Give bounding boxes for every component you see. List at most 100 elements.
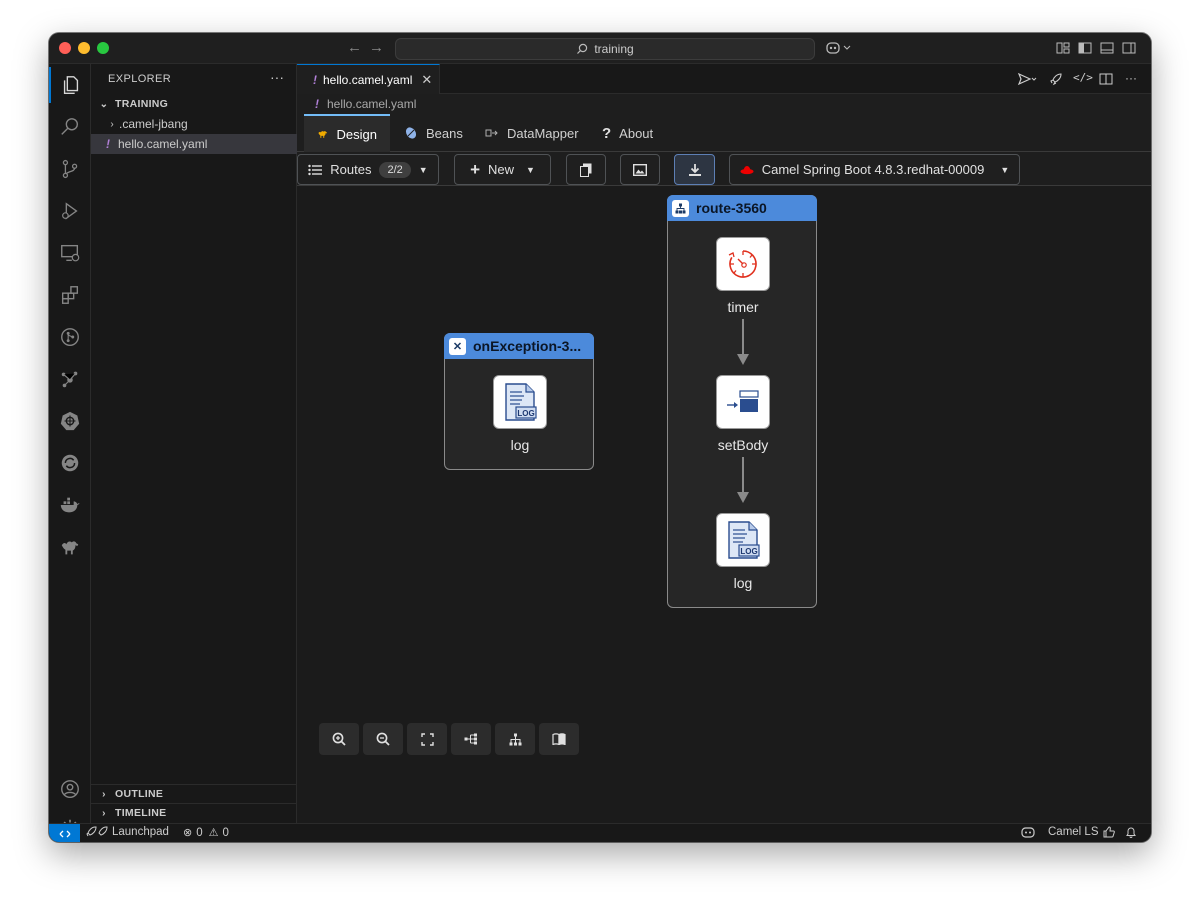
download-button[interactable] bbox=[674, 154, 715, 185]
problems-item[interactable]: ⊗ 0 ⚠ 0 bbox=[183, 826, 229, 840]
tab-design[interactable]: Design bbox=[304, 114, 390, 152]
copilot-status-icon[interactable] bbox=[1021, 826, 1035, 838]
minimize-window-button[interactable] bbox=[78, 42, 90, 54]
customize-layout-icon[interactable] bbox=[1055, 40, 1071, 56]
setbody-step-node[interactable] bbox=[716, 375, 770, 429]
svg-text:LOG: LOG bbox=[517, 409, 534, 418]
tree-item-camel-jbang[interactable]: › .camel-jbang bbox=[91, 114, 297, 134]
tab-label: DataMapper bbox=[507, 125, 579, 141]
docker-icon[interactable] bbox=[49, 487, 91, 523]
more-actions-icon[interactable]: ··· bbox=[1123, 71, 1139, 87]
split-editor-icon[interactable] bbox=[1098, 71, 1114, 87]
kaoto-designer: Design Beans DataMapper ? About Routes 2… bbox=[297, 114, 1151, 823]
rocket-icon bbox=[86, 826, 108, 837]
camel-ls-item[interactable]: Camel LS bbox=[1048, 826, 1115, 838]
outline-section-header[interactable]: › OUTLINE bbox=[91, 784, 297, 804]
edge-connector bbox=[742, 457, 744, 493]
extensions-icon[interactable] bbox=[49, 277, 91, 313]
close-icon[interactable]: ✕ bbox=[421, 72, 432, 88]
git-graph-icon[interactable] bbox=[49, 319, 91, 355]
zoom-in-icon bbox=[332, 732, 346, 746]
folder-training-header[interactable]: ⌄ TRAINING bbox=[91, 94, 297, 114]
camel-ls-label: Camel LS bbox=[1048, 826, 1099, 838]
status-bar: Launchpad ⊗ 0 ⚠ 0 Camel LS bbox=[49, 823, 1151, 842]
editor-area: ! hello.camel.yaml ✕ </> ··· ! hello.cam… bbox=[297, 64, 1151, 823]
camel-icon[interactable] bbox=[49, 529, 91, 565]
toggle-secondary-sidebar-icon[interactable] bbox=[1121, 40, 1137, 56]
sync-icon[interactable] bbox=[49, 445, 91, 481]
more-actions-icon[interactable]: ··· bbox=[270, 69, 284, 85]
rocket-icon[interactable] bbox=[1048, 71, 1064, 87]
timer-step-node[interactable] bbox=[716, 237, 770, 291]
download-icon bbox=[688, 163, 701, 176]
chevron-right-icon: › bbox=[102, 807, 106, 819]
runtime-label: Camel Spring Boot 4.8.3.redhat-00009 bbox=[761, 162, 985, 177]
routes-label: Routes bbox=[330, 162, 372, 177]
notifications-bell-icon[interactable] bbox=[1125, 826, 1137, 838]
arrowhead bbox=[737, 354, 749, 365]
tab-beans[interactable]: Beans bbox=[391, 114, 476, 152]
onexception-route-header[interactable]: ✕ onException-3... bbox=[444, 333, 594, 359]
close-window-button[interactable] bbox=[59, 42, 71, 54]
copilot-icon[interactable] bbox=[825, 40, 855, 56]
remote-indicator-icon[interactable] bbox=[49, 824, 80, 842]
log-step-node[interactable]: LOG bbox=[716, 513, 770, 567]
new-route-dropdown[interactable]: + New ▼ bbox=[454, 154, 551, 185]
tab-hello-camel-yaml[interactable]: ! hello.camel.yaml ✕ bbox=[297, 64, 440, 94]
forward-arrow-icon[interactable]: → bbox=[369, 39, 384, 56]
main-route-header[interactable]: route-3560 bbox=[667, 195, 817, 221]
search-icon[interactable] bbox=[49, 109, 91, 145]
explorer-title: EXPLORER bbox=[108, 73, 172, 85]
error-icon: ⊗ bbox=[183, 827, 193, 839]
timeline-section-header[interactable]: › TIMELINE bbox=[91, 803, 297, 823]
zoom-in-button[interactable] bbox=[319, 723, 359, 755]
tab-label: About bbox=[619, 125, 654, 141]
horizontal-layout-icon bbox=[464, 733, 477, 745]
fit-to-screen-button[interactable] bbox=[407, 723, 447, 755]
onexception-route-container[interactable]: ✕ onException-3... LOG log bbox=[444, 333, 594, 470]
kubernetes-icon[interactable] bbox=[49, 403, 91, 439]
code-view-icon[interactable]: </> bbox=[1073, 71, 1093, 87]
main-route-container[interactable]: route-3560 timer setBody LOG log bbox=[667, 195, 817, 608]
source-control-icon[interactable] bbox=[49, 151, 91, 187]
editor-actions: </> ··· bbox=[1017, 71, 1139, 87]
run-send-icon[interactable] bbox=[1017, 71, 1037, 87]
vertical-layout-button[interactable] bbox=[495, 723, 535, 755]
zoom-out-button[interactable] bbox=[363, 723, 403, 755]
redhat-icon bbox=[740, 165, 754, 174]
warning-count: 0 bbox=[222, 826, 229, 839]
remote-explorer-icon[interactable] bbox=[49, 235, 91, 271]
new-label: New bbox=[488, 162, 515, 177]
vscode-window: ← → training EXPLORER ··· ⌄ TRAINING › .… bbox=[49, 33, 1151, 842]
back-arrow-icon[interactable]: ← bbox=[347, 39, 362, 56]
toggle-panel-icon[interactable] bbox=[1099, 40, 1115, 56]
bean-icon bbox=[405, 127, 417, 139]
dependency-graph-icon[interactable] bbox=[49, 361, 91, 397]
tree-item-hello-camel-yaml[interactable]: ! hello.camel.yaml bbox=[91, 134, 297, 154]
runtime-selector[interactable]: Camel Spring Boot 4.8.3.redhat-00009 ▼ bbox=[729, 154, 1020, 185]
breadcrumb-file[interactable]: hello.camel.yaml bbox=[327, 97, 416, 111]
toggle-primary-sidebar-icon[interactable] bbox=[1077, 40, 1093, 56]
tab-label: Beans bbox=[426, 125, 463, 141]
explorer-icon[interactable] bbox=[49, 67, 91, 103]
datamapper-icon bbox=[485, 129, 498, 137]
copy-button[interactable] bbox=[566, 154, 606, 185]
routes-dropdown[interactable]: Routes 2/2 ▼ bbox=[297, 154, 439, 185]
maximize-window-button[interactable] bbox=[97, 42, 109, 54]
edge-connector bbox=[742, 319, 744, 355]
account-icon[interactable] bbox=[49, 771, 91, 807]
route-canvas[interactable]: ✕ onException-3... LOG log route-3560 ti… bbox=[297, 186, 1151, 823]
tab-datamapper[interactable]: DataMapper bbox=[472, 114, 592, 152]
routes-count-badge: 2/2 bbox=[379, 161, 411, 178]
export-image-button[interactable] bbox=[620, 154, 660, 185]
expand-icon bbox=[420, 732, 434, 746]
command-center-search[interactable]: training bbox=[395, 38, 815, 60]
log-step-node[interactable]: LOG bbox=[493, 375, 547, 429]
tab-label: Design bbox=[336, 126, 377, 142]
run-debug-icon[interactable] bbox=[49, 193, 91, 229]
tab-about[interactable]: ? About bbox=[589, 114, 666, 152]
arrowhead bbox=[737, 492, 749, 503]
catalog-button[interactable] bbox=[539, 723, 579, 755]
launchpad-item[interactable]: Launchpad bbox=[86, 826, 169, 838]
horizontal-layout-button[interactable] bbox=[451, 723, 491, 755]
